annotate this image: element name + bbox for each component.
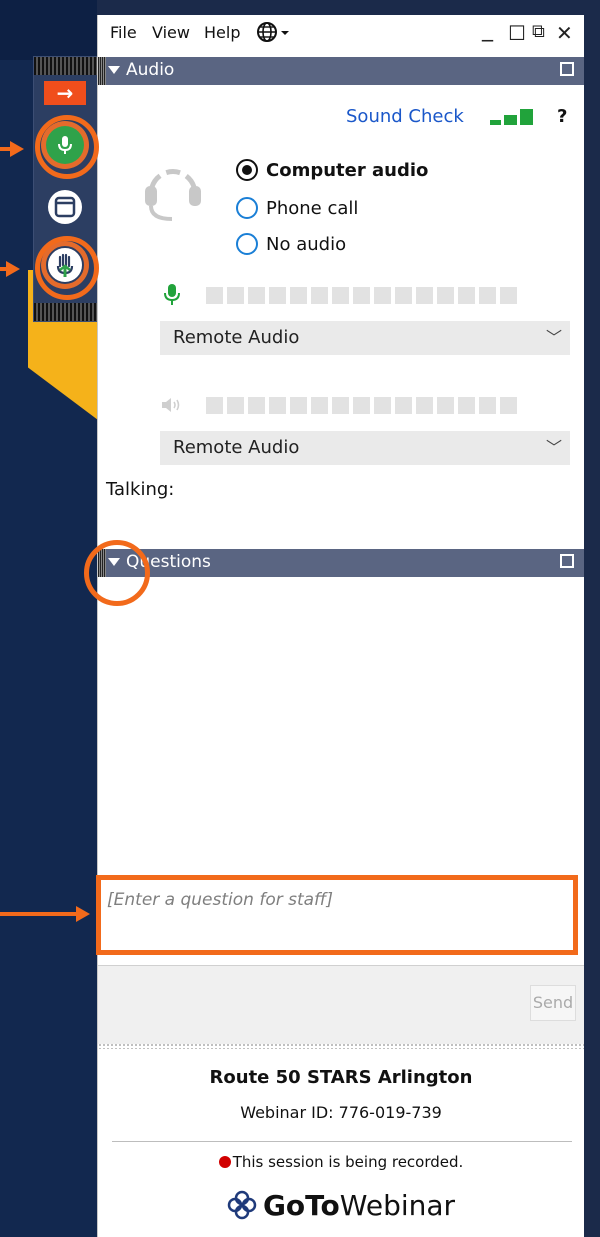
sound-check-link[interactable]: Sound Check bbox=[346, 106, 464, 127]
webinar-id: Webinar ID: 776-019-739 bbox=[240, 1103, 442, 1122]
radio-computer-audio[interactable]: Computer audio bbox=[236, 159, 428, 181]
questions-section-header[interactable]: Questions bbox=[98, 549, 584, 577]
speaker-level-meter bbox=[206, 397, 517, 414]
popout-icon[interactable] bbox=[560, 554, 574, 568]
gotowebinar-panel: File View Help _ ☐ ⧉ ✕ Audio Sound Check bbox=[96, 15, 584, 1237]
chevron-down-icon: ﹀ bbox=[545, 438, 562, 457]
panel-grip[interactable] bbox=[98, 57, 106, 85]
send-button[interactable]: Send bbox=[530, 985, 576, 1021]
recording-dot-icon bbox=[218, 1156, 231, 1168]
webinar-info: Route 50 STARS Arlington Webinar ID: 776… bbox=[98, 1049, 584, 1237]
collapse-panel-arrow-icon[interactable]: → bbox=[44, 81, 86, 105]
popout-icon[interactable] bbox=[560, 62, 574, 76]
question-input-placeholder: [Enter a question for staff] bbox=[107, 890, 333, 910]
talking-label: Talking: bbox=[106, 479, 175, 500]
collapse-triangle-icon[interactable] bbox=[108, 66, 120, 74]
rail-grip-top[interactable] bbox=[34, 57, 98, 75]
menu-bar: File View Help _ ☐ ⧉ ✕ bbox=[98, 15, 584, 55]
recording-text: This session is being recorded. bbox=[232, 1153, 464, 1171]
question-input[interactable]: [Enter a question for staff] bbox=[96, 875, 578, 955]
audio-section-title: Audio bbox=[126, 60, 175, 80]
globe-icon bbox=[257, 22, 289, 42]
logo-bold: GoTo bbox=[262, 1189, 340, 1222]
headset-icon bbox=[145, 169, 201, 221]
logo-rest: Webinar bbox=[339, 1189, 456, 1222]
audio-section-header[interactable]: Audio bbox=[98, 57, 584, 85]
microphone-icon bbox=[164, 284, 180, 305]
annotation-arrow-input bbox=[0, 912, 78, 916]
phone-call-label: Phone call bbox=[266, 197, 359, 219]
mic-level-meter bbox=[206, 287, 517, 304]
language-menu[interactable] bbox=[256, 21, 294, 47]
annotation-arrow-input-head bbox=[76, 906, 90, 922]
radio-phone-call[interactable]: Phone call bbox=[236, 197, 358, 219]
desktop-background-top bbox=[0, 0, 97, 60]
divider bbox=[112, 1141, 572, 1142]
annotation-arrow-hand-head bbox=[6, 261, 20, 277]
menu-view[interactable]: View bbox=[152, 23, 190, 42]
audio-help-button[interactable]: ? bbox=[557, 106, 567, 127]
window-icon bbox=[54, 196, 76, 218]
close-button[interactable]: ✕ bbox=[556, 21, 573, 45]
annotation-arrow-mic-head bbox=[10, 141, 24, 157]
chevron-down-icon: ﹀ bbox=[545, 328, 562, 347]
rail-grip-bottom[interactable] bbox=[34, 303, 98, 321]
send-area bbox=[98, 965, 584, 1044]
speaker-device-select[interactable]: Remote Audio ﹀ bbox=[160, 431, 570, 465]
mic-device-value: Remote Audio bbox=[173, 327, 300, 348]
questions-log bbox=[98, 577, 584, 873]
speaker-device-value: Remote Audio bbox=[173, 437, 300, 458]
maximize-button[interactable]: ☐ bbox=[508, 21, 526, 45]
radio-button[interactable] bbox=[236, 233, 258, 255]
restore-button[interactable]: ⧉ bbox=[532, 21, 545, 42]
menu-help[interactable]: Help bbox=[204, 23, 240, 42]
menu-file[interactable]: File bbox=[110, 23, 137, 42]
no-audio-label: No audio bbox=[266, 233, 347, 255]
recording-notice: This session is being recorded. bbox=[98, 1153, 584, 1171]
annotation-circle-collapse bbox=[84, 540, 150, 606]
speaker-icon bbox=[162, 398, 180, 412]
radio-button[interactable] bbox=[236, 159, 258, 181]
mic-device-select[interactable]: Remote Audio ﹀ bbox=[160, 321, 570, 355]
radio-no-audio[interactable]: No audio bbox=[236, 233, 346, 255]
annotation-circle-hand bbox=[35, 236, 99, 300]
annotation-circle-mic bbox=[35, 115, 99, 179]
webinar-name: Route 50 STARS Arlington bbox=[209, 1067, 473, 1088]
show-panel-button[interactable] bbox=[41, 183, 89, 231]
computer-audio-label: Computer audio bbox=[266, 159, 429, 181]
radio-button[interactable] bbox=[236, 197, 258, 219]
gotowebinar-flower-icon bbox=[227, 1190, 257, 1220]
gotowebinar-logo: GoToWebinar bbox=[98, 1189, 584, 1222]
minimize-button[interactable]: _ bbox=[482, 17, 493, 42]
